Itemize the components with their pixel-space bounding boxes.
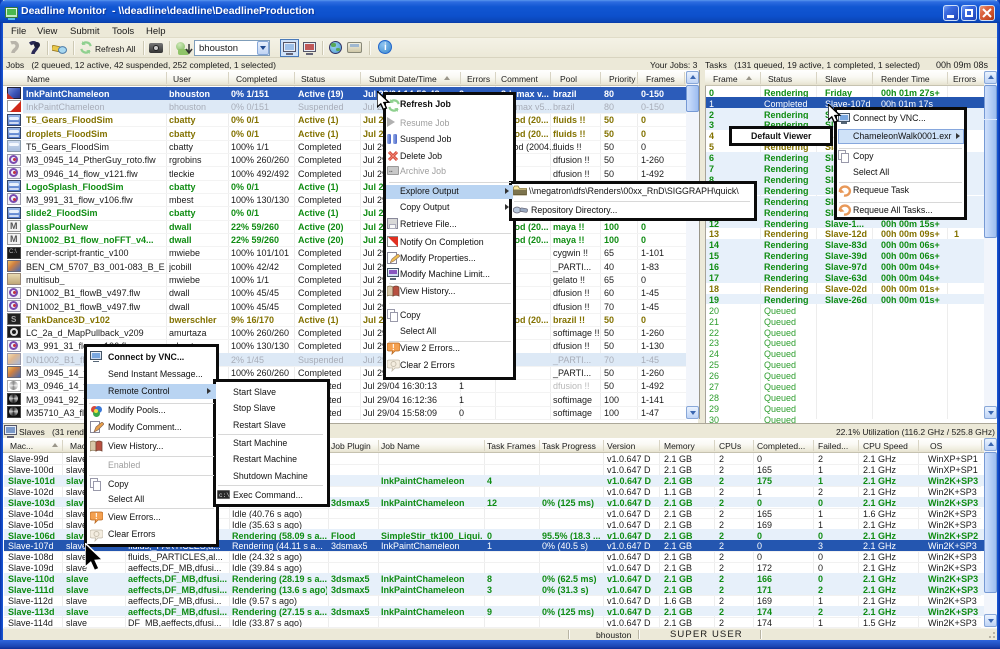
svg-text:!: ! [392,343,395,352]
svg-text:!: ! [95,512,98,521]
